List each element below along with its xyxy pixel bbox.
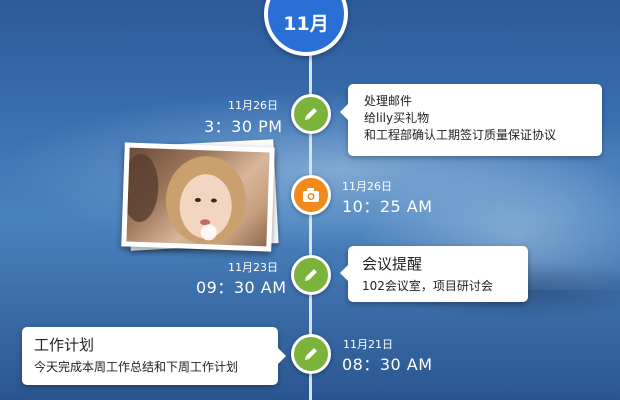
event-card[interactable]: 会议提醒 102会议室，项目研讨会 — [340, 246, 528, 302]
month-label: 11月 — [283, 13, 329, 35]
event-node[interactable] — [291, 255, 331, 295]
event-node[interactable] — [291, 175, 331, 215]
event-date: 11月23日 — [228, 261, 278, 274]
event-card[interactable]: 处理邮件 给lily买礼物 和工程部确认工期签订质量保证协议 — [340, 84, 602, 156]
event-title: 会议提醒 — [362, 255, 423, 273]
event-note: 给lily买礼物 — [364, 111, 430, 125]
month-badge[interactable]: 11月 — [264, 0, 348, 56]
event-note: 处理邮件 — [364, 94, 413, 108]
event-time: 09：30 AM — [196, 278, 287, 297]
event-time: 08：30 AM — [342, 355, 433, 374]
photo-thumbnail[interactable] — [121, 142, 275, 252]
photo-image — [126, 147, 270, 247]
camera-icon — [303, 188, 319, 202]
event-date: 11月21日 — [343, 338, 393, 351]
event-node[interactable] — [291, 334, 331, 374]
pencil-icon — [305, 108, 317, 120]
card-pointer — [340, 104, 348, 120]
card-pointer — [278, 348, 286, 364]
pencil-icon — [305, 348, 317, 360]
event-date: 11月26日 — [228, 99, 278, 112]
card-pointer — [340, 265, 348, 281]
event-node[interactable] — [291, 94, 331, 134]
event-date: 11月26日 — [342, 180, 392, 193]
event-title: 工作计划 — [34, 336, 95, 354]
event-card[interactable]: 工作计划 今天完成本周工作总结和下周工作计划 — [22, 327, 286, 385]
event-subtitle: 今天完成本周工作总结和下周工作计划 — [34, 360, 239, 374]
event-time: 3：30 PM — [204, 117, 283, 136]
pencil-icon — [305, 269, 317, 281]
event-time: 10：25 AM — [342, 197, 433, 216]
event-note: 和工程部确认工期签订质量保证协议 — [364, 128, 557, 142]
event-subtitle: 102会议室，项目研讨会 — [362, 279, 493, 293]
